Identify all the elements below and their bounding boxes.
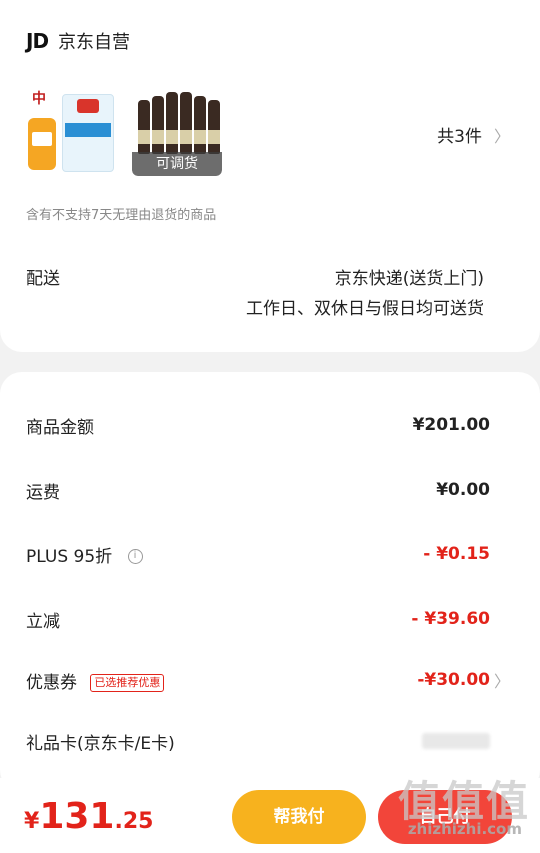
summary-label: 礼品卡(京东卡/E卡)	[26, 733, 175, 754]
jd-logo: JD	[26, 29, 49, 53]
summary-label: 立减	[26, 611, 60, 632]
promo-tag-icon	[28, 118, 56, 170]
summary-row-plus: PLUS 95折 i - ¥0.15	[26, 539, 490, 569]
summary-label: PLUS 95折	[26, 546, 113, 567]
total-price: ¥131.25	[24, 796, 154, 837]
giftcard-value-blurred	[422, 733, 490, 749]
item-count-link[interactable]: 共3件 〉	[437, 122, 510, 148]
shop-name: 京东自营	[58, 32, 131, 53]
transfer-stock-badge: 可调货	[132, 152, 222, 176]
chevron-right-icon[interactable]: 〉	[494, 668, 510, 692]
return-policy-notice: 含有不支持7天无理由退货的商品	[26, 208, 217, 223]
info-icon[interactable]: i	[127, 549, 143, 564]
product-list[interactable]: 中 可调货	[26, 86, 238, 176]
watermark-text: zhizhizhi.com	[407, 820, 522, 838]
chevron-right-icon: 〉	[493, 126, 510, 146]
summary-row-goods: 商品金额 ¥201.00	[26, 410, 490, 440]
shop-header: JD 京东自营	[26, 28, 130, 54]
summary-label: 运费	[26, 482, 60, 503]
summary-label: 商品金额	[26, 417, 94, 438]
brand-logo-icon: 中	[32, 91, 46, 107]
summary-row-discount: 立减 - ¥39.60	[26, 604, 490, 634]
shipping-label: 配送	[26, 269, 60, 289]
shipping-days: 工作日、双休日与假日均可送货	[246, 299, 484, 319]
help-pay-button[interactable]: 帮我付	[232, 790, 366, 844]
item-count: 共3件	[437, 127, 482, 147]
summary-row-shipping: 运费 ¥0.00	[26, 475, 490, 505]
price-summary-card: 商品金额 ¥201.00 运费 ¥0.00 PLUS 95折 i - ¥0.15…	[0, 372, 540, 792]
product-thumb-beer[interactable]: 可调货	[132, 86, 222, 176]
summary-value: ¥201.00	[412, 415, 490, 435]
summary-label: 优惠券	[26, 672, 77, 693]
shipping-method[interactable]: 京东快递(送货上门)	[335, 264, 484, 289]
summary-value: - ¥0.15	[423, 544, 490, 564]
summary-row-giftcard[interactable]: 礼品卡(京东卡/E卡)	[26, 726, 490, 756]
summary-value: ¥0.00	[436, 480, 490, 500]
order-card: JD 京东自营 中 可调货 共3件 〉 含有不支持7天无理由退货的商品 配送 京…	[0, 0, 540, 352]
summary-row-coupon[interactable]: 优惠券 已选推荐优惠 -¥30.00	[26, 665, 490, 695]
coupon-badge: 已选推荐优惠	[90, 673, 165, 692]
summary-value: - ¥39.60	[411, 609, 490, 629]
summary-value: -¥30.00	[417, 670, 490, 690]
salt-bag-image	[62, 94, 114, 172]
product-thumb-salt[interactable]: 中	[26, 86, 116, 176]
